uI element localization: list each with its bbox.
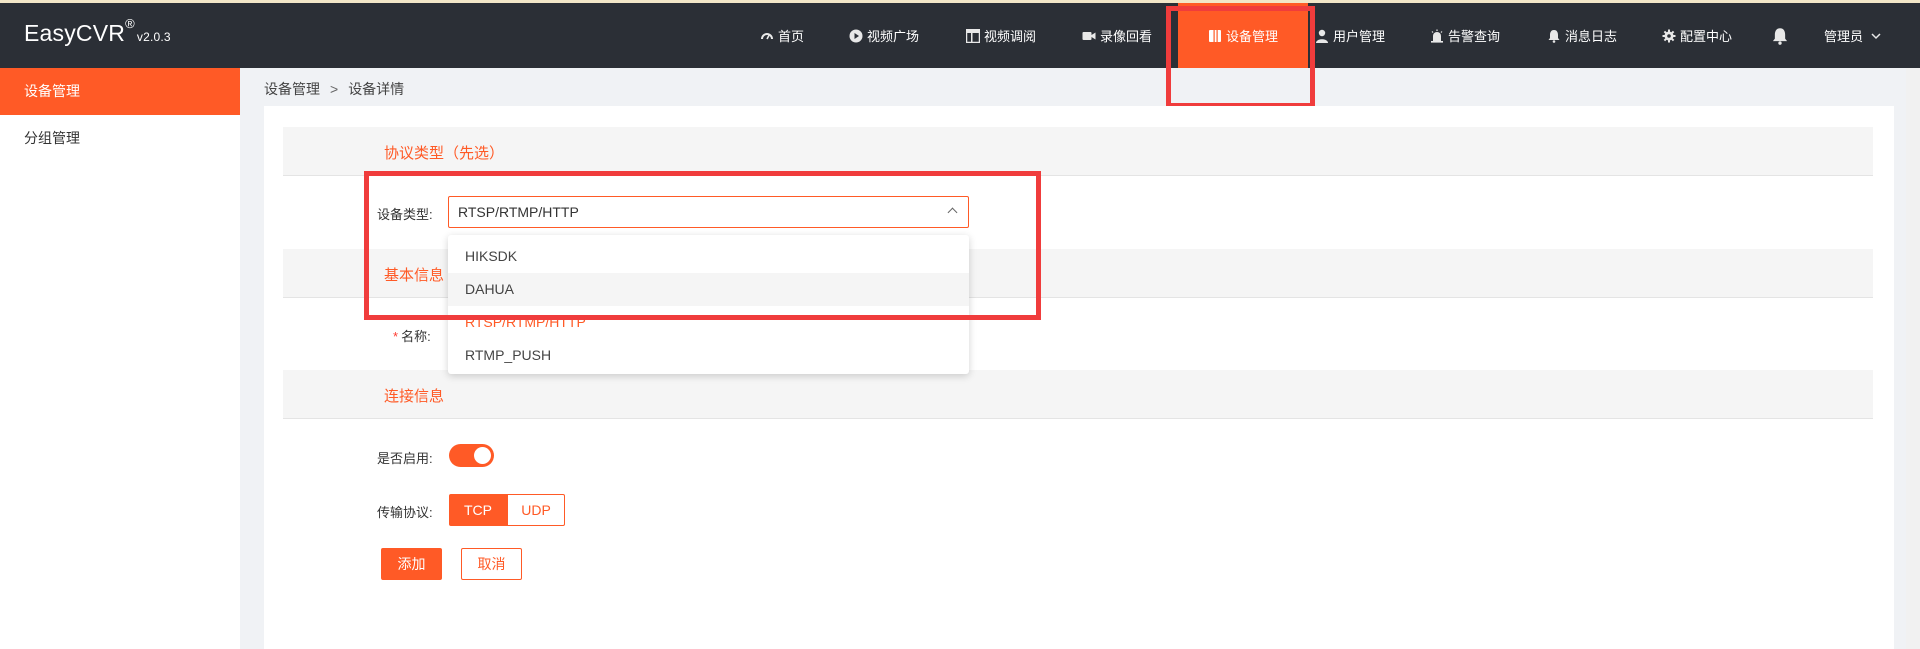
alarm-icon xyxy=(1430,29,1444,43)
nav-item-user-management[interactable]: 用户管理 xyxy=(1315,3,1385,68)
toggle-knob xyxy=(474,447,491,464)
name-label: * 名称: xyxy=(393,326,431,345)
sidebar-item-group-management[interactable]: 分组管理 xyxy=(0,115,240,162)
nav-item-alarm-query[interactable]: 告警查询 xyxy=(1430,3,1500,68)
app-name: EasyCVR xyxy=(24,20,126,46)
required-mark: * xyxy=(393,329,399,344)
breadcrumb-current: 设备详情 xyxy=(348,81,405,97)
user-icon xyxy=(1315,29,1329,43)
nav-item-video-square[interactable]: 视频广场 xyxy=(849,3,919,68)
notification-button[interactable] xyxy=(1771,3,1793,68)
nav-item-playback[interactable]: 录像回看 xyxy=(1082,3,1152,68)
nav-item-message-log[interactable]: 消息日志 xyxy=(1547,3,1617,68)
nav-item-config-center[interactable]: 配置中心 xyxy=(1662,3,1732,68)
top-navbar: EasyCVR®v2.0.3 首页 视频广场 视频调阅 录像回看 设备管理 用户… xyxy=(0,3,1920,68)
transport-tcp-button[interactable]: TCP xyxy=(449,494,507,526)
section-connection: 连接信息 xyxy=(283,370,1873,419)
chevron-down-icon xyxy=(1869,29,1883,43)
sidebar: 设备管理 分组管理 xyxy=(0,68,240,649)
nav-label: 告警查询 xyxy=(1448,29,1501,44)
nav-item-video-review[interactable]: 视频调阅 xyxy=(966,3,1036,68)
breadcrumb: 设备管理 > 设备详情 xyxy=(264,79,404,99)
nav-label: 用户管理 xyxy=(1333,29,1386,44)
app-logo[interactable]: EasyCVR®v2.0.3 xyxy=(24,16,171,47)
dashboard-icon xyxy=(760,29,774,43)
gear-icon xyxy=(1662,29,1676,43)
nav-label: 视频广场 xyxy=(867,29,920,44)
section-title: 协议类型（先选） xyxy=(384,145,505,162)
sidebar-item-device-management[interactable]: 设备管理 xyxy=(0,68,240,115)
breadcrumb-root[interactable]: 设备管理 xyxy=(264,81,320,97)
nav-label: 录像回看 xyxy=(1100,29,1153,44)
nav-label: 配置中心 xyxy=(1680,29,1733,44)
play-circle-icon xyxy=(849,29,863,43)
nav-label: 首页 xyxy=(778,29,805,44)
nav-label: 视频调阅 xyxy=(984,29,1037,44)
bell-icon xyxy=(1771,27,1789,45)
section-title: 连接信息 xyxy=(384,388,445,405)
page-scrollbar[interactable] xyxy=(1906,68,1920,649)
dropdown-option-rtmp-push[interactable]: RTMP_PUSH xyxy=(448,339,969,372)
transport-udp-button[interactable]: UDP xyxy=(507,494,565,526)
nav-label: 消息日志 xyxy=(1565,29,1618,44)
cancel-button[interactable]: 取消 xyxy=(461,548,522,580)
registered-mark: ® xyxy=(125,16,135,31)
user-menu[interactable]: 管理员 xyxy=(1824,3,1883,68)
annotation-highlight-dropdown xyxy=(364,171,1041,320)
annotation-highlight-nav xyxy=(1166,6,1315,108)
app-version: v2.0.3 xyxy=(136,30,171,44)
transport-label: 传输协议: xyxy=(377,505,433,520)
bell-icon xyxy=(1547,29,1561,43)
video-camera-icon xyxy=(1082,29,1096,43)
enabled-label: 是否启用: xyxy=(377,451,433,466)
section-protocol: 协议类型（先选） xyxy=(283,127,1873,176)
name-label-text: 名称: xyxy=(401,329,431,344)
user-name: 管理员 xyxy=(1824,29,1864,44)
breadcrumb-separator: > xyxy=(330,81,339,97)
add-button[interactable]: 添加 xyxy=(381,548,442,580)
enabled-toggle[interactable] xyxy=(449,444,494,467)
layout-icon xyxy=(966,28,980,43)
nav-item-home[interactable]: 首页 xyxy=(760,3,804,68)
